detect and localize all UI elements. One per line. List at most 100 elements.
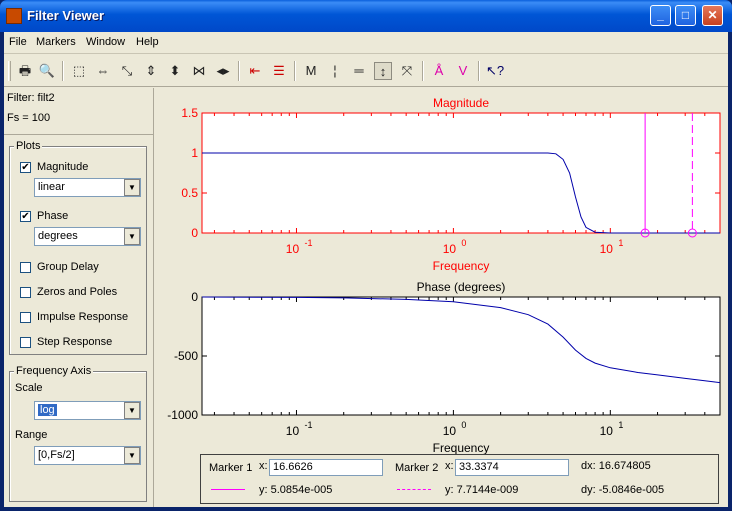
marker-lines-icon[interactable]: ☰ xyxy=(270,62,288,80)
y-tick-label: -1000 xyxy=(167,408,198,422)
toolbar-separator xyxy=(62,61,64,81)
zoom-x-in-icon[interactable]: ◂▸ xyxy=(214,62,232,80)
x-axis-label: Frequency xyxy=(433,259,490,273)
magnitude-mode-value: linear xyxy=(38,181,65,193)
y-tick-label: -500 xyxy=(174,349,198,363)
x-tick-label: 10 xyxy=(286,424,300,438)
client-area: File Markers Window Help 🖶 🔍 ⬚ ⇔ ⤡ ⇕ ⬍ ⋈… xyxy=(4,32,728,507)
vertical-lines-icon[interactable]: ¦ xyxy=(326,62,344,80)
marker1-label: Marker 1 xyxy=(209,462,253,474)
range-value: [0,Fs/2] xyxy=(38,449,75,461)
phase-checkbox[interactable]: ✔ xyxy=(20,211,31,222)
context-help-icon[interactable]: ↖? xyxy=(486,62,504,80)
magnitude-checkbox[interactable]: ✔ xyxy=(20,162,31,173)
divider xyxy=(4,134,154,135)
marker2-x-label: x: xyxy=(445,460,454,472)
chevron-down-icon[interactable]: ▼ xyxy=(124,228,140,245)
zoom-xy-icon[interactable]: ⤡ xyxy=(118,62,136,80)
scale-label: Scale xyxy=(15,382,43,394)
x-tick-label: 10 xyxy=(443,424,457,438)
chevron-down-icon[interactable]: ▼ xyxy=(124,402,140,419)
measure-icon[interactable]: M xyxy=(302,62,320,80)
menu-help[interactable]: Help xyxy=(136,36,159,48)
x-tick-label: 10 xyxy=(286,242,300,256)
phase-mode-select[interactable]: degrees ▼ xyxy=(34,227,141,246)
print-icon[interactable]: 🖶 xyxy=(16,62,34,80)
valley-icon[interactable]: V xyxy=(454,62,472,80)
sampling-frequency: Fs = 100 xyxy=(7,112,51,124)
y-tick-label: 0.5 xyxy=(181,186,198,200)
x-tick-label: 10 xyxy=(443,242,457,256)
zeros-poles-label: Zeros and Poles xyxy=(37,286,118,298)
marker1-x-input[interactable]: 16.6626 xyxy=(269,459,383,476)
x-tick-label: 10 xyxy=(600,424,614,438)
plots-group-title: Plots xyxy=(14,140,43,152)
marker2-label: Marker 2 xyxy=(395,462,439,474)
range-select[interactable]: [0,Fs/2] ▼ xyxy=(34,446,141,465)
x-tick-exponent: 0 xyxy=(461,238,466,248)
x-tick-exponent: 0 xyxy=(461,420,466,430)
chevron-down-icon[interactable]: ▼ xyxy=(124,179,140,196)
menu-bar: File Markers Window Help xyxy=(4,32,728,54)
magnitude-label: Magnitude xyxy=(37,161,89,173)
frequency-axis-group: Frequency Axis Scale log ▼ Range [0,Fs/2… xyxy=(9,365,147,502)
y-tick-label: 0 xyxy=(191,226,198,240)
x-tick-exponent: -1 xyxy=(304,420,312,430)
print-preview-icon[interactable]: 🔍 xyxy=(38,62,56,80)
filter-name: Filter: filt2 xyxy=(7,92,55,104)
filter-viewer-window: Filter Viewer _ □ ✕ File Markers Window … xyxy=(0,0,732,511)
toolbar-separator xyxy=(478,61,480,81)
zoom-x-icon[interactable]: ⇔ xyxy=(94,62,112,80)
plot-area xyxy=(201,296,721,416)
zoom-box-icon[interactable]: ⬚ xyxy=(70,62,88,80)
x-tick-exponent: 1 xyxy=(618,238,623,248)
menu-window[interactable]: Window xyxy=(86,36,125,48)
zoom-x-out-icon[interactable]: ⋈ xyxy=(190,62,208,80)
phase-mode-value: degrees xyxy=(38,230,78,242)
impulse-response-checkbox[interactable] xyxy=(20,312,31,323)
magnitude-mode-select[interactable]: linear ▼ xyxy=(34,178,141,197)
minimize-button[interactable]: _ xyxy=(650,5,671,26)
x-tick-exponent: 1 xyxy=(618,420,623,430)
zoom-y-icon[interactable]: ⇕ xyxy=(142,62,160,80)
step-response-checkbox[interactable] xyxy=(20,337,31,348)
maximize-button[interactable]: □ xyxy=(675,5,696,26)
marker1-x-label: x: xyxy=(259,460,268,472)
peak-icon[interactable]: Å xyxy=(430,62,448,80)
marker2-y-readout: y: 7.7144e-009 xyxy=(445,484,519,496)
toolbar-separator xyxy=(294,61,296,81)
window-title: Filter Viewer xyxy=(27,8,105,23)
close-button[interactable]: ✕ xyxy=(702,5,723,26)
toolbar-separator xyxy=(422,61,424,81)
toolbar-grip xyxy=(8,61,11,81)
left-panel: Filter: filt2 Fs = 100 Plots ✔ Magnitude… xyxy=(4,88,154,507)
y-tick-label: 1.5 xyxy=(181,106,198,120)
horizontal-lines-icon[interactable]: ═ xyxy=(350,62,368,80)
x-tick-label: 10 xyxy=(600,242,614,256)
plots-group: Plots ✔ Magnitude linear ▼ ✔ Phase degre… xyxy=(9,140,147,355)
marker-delete-icon[interactable]: ⤧ xyxy=(398,62,416,80)
menu-file[interactable]: File xyxy=(9,36,27,48)
y-tick-label: 0 xyxy=(191,290,198,304)
zeros-poles-checkbox[interactable] xyxy=(20,287,31,298)
range-label: Range xyxy=(15,429,48,441)
dx-readout: dx: 16.674805 xyxy=(581,460,651,472)
plots-svg[interactable]: MagnitudeFrequency00.511.510 -1 10 0 10 1Phas… xyxy=(155,88,728,507)
title-bar[interactable]: Filter Viewer _ □ ✕ xyxy=(0,0,732,32)
menu-markers[interactable]: Markers xyxy=(36,36,76,48)
chevron-down-icon[interactable]: ▼ xyxy=(124,447,140,464)
marker1-y-readout: y: 5.0854e-005 xyxy=(259,484,333,496)
y-tick-label: 1 xyxy=(191,146,198,160)
marker-readout-panel: Marker 1 x: 16.6626 Marker 2 x: 33.3374 … xyxy=(200,454,719,504)
chart-title: Phase (degrees) xyxy=(417,280,506,294)
marker1-line-sample xyxy=(211,489,245,490)
matlab-app-icon xyxy=(6,8,22,24)
marker2-x-input[interactable]: 33.3374 xyxy=(455,459,569,476)
marker-left-icon[interactable]: ⇤ xyxy=(246,62,264,80)
zoom-y-in-icon[interactable]: ⬍ xyxy=(166,62,184,80)
scale-select[interactable]: log ▼ xyxy=(34,401,141,420)
group-delay-checkbox[interactable] xyxy=(20,262,31,273)
step-response-label: Step Response xyxy=(37,336,113,348)
marker-add-icon[interactable]: ↕ xyxy=(374,62,392,80)
toolbar: 🖶 🔍 ⬚ ⇔ ⤡ ⇕ ⬍ ⋈ ◂▸ ⇤ ☰ M ¦ ═ ↕ ⤧ Å V ↖? xyxy=(4,55,728,87)
